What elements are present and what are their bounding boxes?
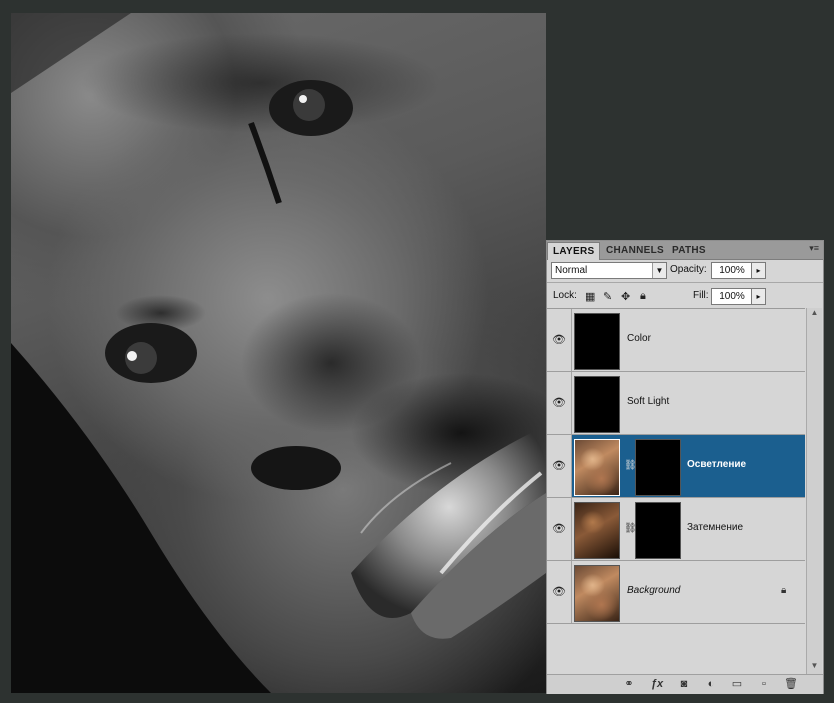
layer-name: Background (627, 585, 681, 596)
lock-icon: 🔒︎ (781, 585, 787, 596)
eye-icon: 👁︎ (552, 586, 566, 598)
adjustment-layer-icon[interactable]: ◐ (702, 677, 720, 691)
opacity-input[interactable]: 100% (711, 262, 753, 279)
layer-name: Soft Light (627, 396, 670, 407)
layer-thumbnail (574, 376, 620, 433)
visibility-toggle[interactable]: 👁︎ (547, 435, 572, 497)
eye-icon: 👁︎ (552, 523, 566, 535)
fill-input[interactable]: 100% (711, 288, 753, 305)
add-mask-icon[interactable]: ◙ (675, 677, 693, 691)
visibility-toggle[interactable]: 👁︎ (547, 372, 572, 434)
lock-label: Lock: (553, 290, 577, 301)
fill-label: Fill: (693, 290, 709, 301)
panel-menu-icon[interactable]: ▾≡ (809, 243, 819, 254)
layers-panel: LAYERS CHANNELS PATHS ▾≡ Normal ▼ Opacit… (546, 240, 824, 694)
visibility-toggle[interactable]: 👁︎ (547, 498, 572, 560)
layer-thumbnail (574, 313, 620, 370)
eye-icon: 👁︎ (552, 334, 566, 346)
layer-row-background[interactable]: 👁︎ Background 🔒︎ (547, 561, 805, 624)
new-group-icon[interactable]: ▭ (728, 677, 746, 691)
layers-bottom-toolbar: ⚭ ƒx ◙ ◐ ▭ ▫ 🗑︎ (547, 674, 823, 694)
layer-row-burn[interactable]: 👁︎ ⛓︎ Затемнение (547, 498, 805, 561)
eye-icon: 👁︎ (552, 397, 566, 409)
layer-mask-thumbnail[interactable] (635, 439, 681, 496)
lock-transparent-pixels-icon[interactable]: ▦ (585, 290, 595, 303)
fill-slider-arrow-icon[interactable]: ▸ (751, 288, 766, 305)
layer-thumbnail (574, 439, 620, 496)
layer-row-soft-light[interactable]: 👁︎ Soft Light (547, 372, 805, 435)
layer-name: Затемнение (687, 522, 744, 533)
divider (547, 282, 823, 283)
portrait-photo (11, 13, 546, 693)
layer-mask-thumbnail[interactable] (635, 502, 681, 559)
eye-icon: 👁︎ (552, 460, 566, 472)
scroll-down-icon[interactable]: ▼ (807, 661, 822, 674)
layer-row-dodge[interactable]: 👁︎ ⛓︎ Осветление (547, 435, 805, 498)
visibility-toggle[interactable]: 👁︎ (547, 561, 572, 623)
lock-position-icon[interactable]: ✥ (621, 290, 630, 303)
layer-row-color[interactable]: 👁︎ Color (547, 309, 805, 372)
layer-thumbnail (574, 565, 620, 622)
tab-paths[interactable]: PATHS (667, 242, 711, 259)
tab-layers[interactable]: LAYERS (547, 242, 601, 260)
scroll-up-icon[interactable]: ▲ (807, 308, 822, 321)
layer-name: Color (627, 333, 651, 344)
opacity-label: Opacity: (670, 264, 707, 275)
lock-image-pixels-icon[interactable]: ✎ (603, 290, 612, 303)
panel-tab-bar: LAYERS CHANNELS PATHS ▾≡ (547, 241, 823, 260)
chevron-down-icon[interactable]: ▼ (652, 263, 666, 278)
new-layer-icon[interactable]: ▫ (755, 677, 773, 691)
image-canvas[interactable] (11, 13, 546, 693)
link-layers-icon[interactable]: ⚭ (620, 677, 638, 691)
layer-name: Осветление (687, 459, 747, 470)
tab-channels[interactable]: CHANNELS (601, 242, 669, 259)
layer-list: 👁︎ Color 👁︎ Soft Light 👁︎ ⛓︎ Осветление … (547, 308, 805, 630)
fx-icon[interactable]: ƒx (648, 677, 666, 691)
lock-all-icon[interactable]: 🔒︎ (640, 290, 646, 303)
opacity-slider-arrow-icon[interactable]: ▸ (751, 262, 766, 279)
layers-scrollbar[interactable]: ▲ ▼ (806, 308, 822, 674)
blend-mode-value: Normal (555, 265, 588, 276)
trash-icon[interactable]: 🗑︎ (782, 677, 800, 691)
layer-thumbnail (574, 502, 620, 559)
visibility-toggle[interactable]: 👁︎ (547, 309, 572, 371)
blend-mode-select[interactable]: Normal ▼ (551, 262, 667, 279)
